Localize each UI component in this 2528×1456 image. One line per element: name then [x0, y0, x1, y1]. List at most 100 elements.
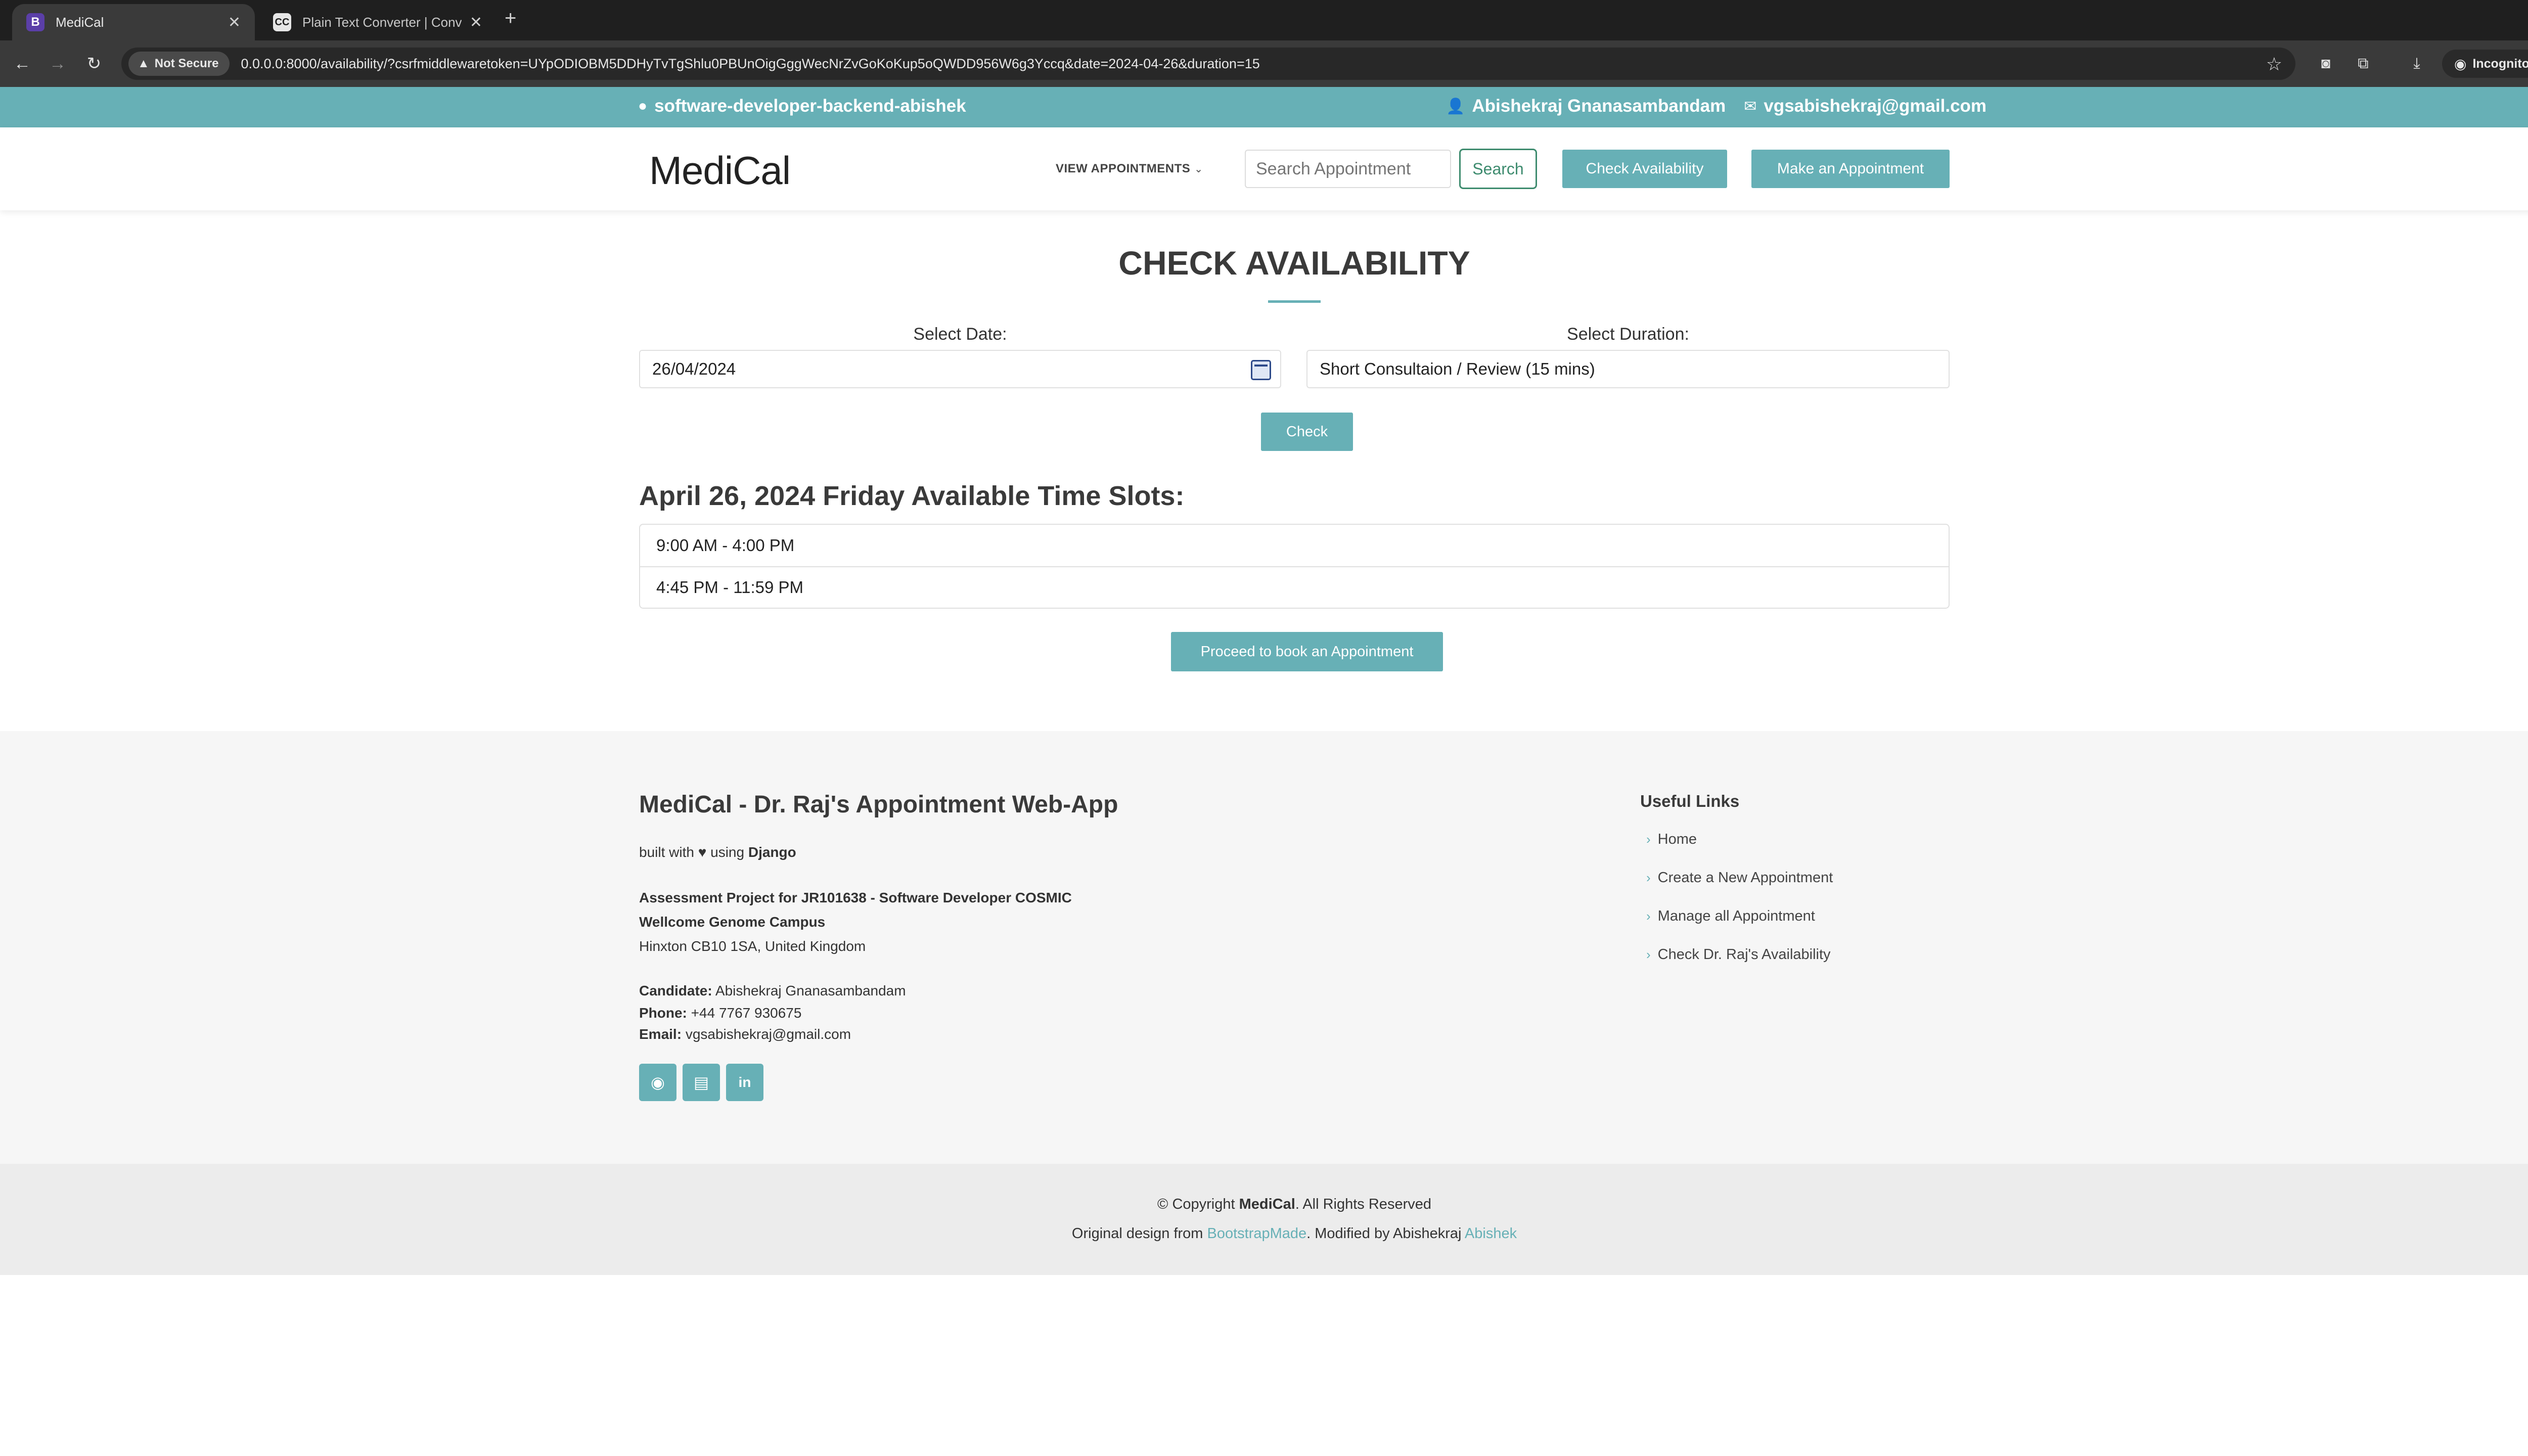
check-button[interactable]: Check — [1261, 413, 1353, 451]
useful-links-title: Useful Links — [1640, 792, 1740, 810]
footer-link-manage[interactable]: › Manage all Appointment — [1646, 908, 1815, 925]
repo-name: software-developer-backend-abishek — [654, 96, 966, 116]
framework-name: Django — [748, 844, 796, 860]
copyright-prefix: © Copyright — [1157, 1196, 1235, 1212]
link-label: Check Dr. Raj's Availability — [1657, 946, 1831, 963]
email-value: vgsabishekraj@gmail.com — [685, 1026, 851, 1042]
candidate-name: Abishekraj Gnanasambandam — [715, 983, 906, 998]
site-header: MediCal VIEW APPOINTMENTS⌄ Search Check … — [0, 127, 2528, 210]
modified-by: . Modified by Abishekraj — [1306, 1225, 1462, 1242]
chevron-right-icon: › — [1646, 947, 1651, 962]
extensions-icon[interactable]: ⧉ — [2351, 52, 2375, 76]
address-bar[interactable]: ▲ Not Secure 0.0.0.0:8000/availability/?… — [121, 48, 2295, 80]
close-icon[interactable]: ✕ — [470, 14, 482, 31]
github-repo-link[interactable]: ● software-developer-backend-abishek — [638, 96, 966, 116]
incognito-icon: ◉ — [2454, 56, 2467, 72]
tab-medical[interactable]: B MediCal ✕ — [12, 4, 255, 40]
chevron-down-icon: ⌄ — [1194, 164, 1203, 175]
not-secure-label: Not Secure — [154, 57, 219, 70]
view-appointments-dropdown[interactable]: VIEW APPOINTMENTS ⌄ — [1056, 162, 1203, 176]
footer-link-create[interactable]: › Create a New Appointment — [1646, 870, 1833, 886]
footer-link-home[interactable]: › Home — [1646, 831, 1697, 848]
list-item: 4:45 PM - 11:59 PM — [640, 566, 1949, 608]
chevron-right-icon: › — [1646, 908, 1651, 924]
link-label: Manage all Appointment — [1657, 908, 1815, 924]
author-link[interactable]: Abishek — [1465, 1225, 1517, 1242]
design-prefix: Original design from — [1071, 1225, 1203, 1242]
tab-favicon: B — [26, 13, 44, 31]
design-credit-line: Original design from BootstrapMade. Modi… — [0, 1225, 2528, 1242]
contact-info: 👤 Abishekraj Gnanasambandam ✉ vgsabishek… — [1446, 96, 1987, 116]
search-input[interactable] — [1245, 150, 1451, 188]
download-icon[interactable]: ⤓ — [2405, 52, 2429, 76]
footer-link-availability[interactable]: › Check Dr. Raj's Availability — [1646, 946, 1831, 963]
copyright-brand: MediCal — [1239, 1196, 1295, 1212]
email-line: Email: vgsabishekraj@gmail.com — [639, 1026, 851, 1042]
user-icon: 👤 — [1446, 98, 1465, 115]
proceed-book-button[interactable]: Proceed to book an Appointment — [1171, 632, 1443, 671]
slots-heading: April 26, 2024 Friday Available Time Slo… — [639, 481, 1185, 511]
phone-line: Phone: +44 7767 930675 — [639, 1005, 801, 1021]
incognito-label: Incognito — [2472, 56, 2528, 71]
url-text[interactable]: 0.0.0.0:8000/availability/?csrfmiddlewar… — [241, 56, 1259, 72]
phone-value: +44 7767 930675 — [691, 1005, 802, 1021]
linkedin-icon[interactable]: in — [726, 1064, 763, 1101]
phone-label: Phone: — [639, 1005, 687, 1021]
calendar-icon[interactable] — [1251, 360, 1271, 380]
github-icon: ● — [638, 98, 648, 114]
duration-label: Select Duration: — [1567, 325, 1689, 344]
bookmark-star-icon[interactable]: ☆ — [2266, 54, 2282, 75]
site-footer — [0, 731, 2528, 1164]
search-button[interactable]: Search — [1459, 149, 1537, 189]
title-underline — [1268, 300, 1321, 303]
chevron-right-icon: › — [1646, 832, 1651, 847]
check-availability-button[interactable]: Check Availability — [1562, 150, 1727, 188]
back-icon[interactable]: ← — [10, 52, 34, 76]
new-tab-icon[interactable]: + — [505, 7, 516, 30]
resume-icon[interactable]: ▤ — [683, 1064, 720, 1101]
page-title: CHECK AVAILABILITY — [1118, 244, 1470, 282]
incognito-indicator[interactable]: ◉ Incognito — [2442, 50, 2528, 78]
not-secure-badge[interactable]: ▲ Not Secure — [128, 52, 230, 76]
campus-line: Wellcome Genome Campus — [639, 914, 826, 930]
site-logo[interactable]: MediCal — [649, 148, 791, 194]
link-label: Home — [1657, 831, 1697, 847]
date-field[interactable]: 26/04/2024 — [639, 350, 1281, 388]
heart-icon: ♥ — [698, 844, 707, 860]
camera-icon[interactable]: ◙ — [2314, 52, 2338, 76]
reload-icon[interactable]: ↻ — [82, 52, 106, 76]
make-appointment-button[interactable]: Make an Appointment — [1751, 150, 1950, 188]
copyright-suffix: . All Rights Reserved — [1295, 1196, 1431, 1212]
link-label: Create a New Appointment — [1657, 870, 1833, 886]
user-email[interactable]: vgsabishekraj@gmail.com — [1764, 96, 1987, 116]
forward-icon[interactable]: → — [46, 52, 70, 76]
email-label: Email: — [639, 1026, 682, 1042]
candidate-label: Candidate: — [639, 983, 712, 998]
site-topbar: ● software-developer-backend-abishek 👤 A… — [0, 87, 2528, 127]
bootstrapmade-link[interactable]: BootstrapMade — [1207, 1225, 1306, 1242]
view-appointments-label: VIEW APPOINTMENTS — [1056, 162, 1191, 175]
tab-title: Plain Text Converter | Conve — [302, 14, 462, 30]
close-icon[interactable]: ✕ — [228, 14, 241, 31]
github-icon[interactable]: ◉ — [639, 1064, 676, 1101]
candidate-line: Candidate: Abishekraj Gnanasambandam — [639, 983, 906, 999]
date-value: 26/04/2024 — [652, 359, 736, 378]
copyright-line: © Copyright MediCal. All Rights Reserved — [0, 1196, 2528, 1213]
tab-plain-text-converter[interactable]: CC Plain Text Converter | Conve ✕ — [259, 4, 496, 40]
duration-value: Short Consultaion / Review (15 mins) — [1320, 359, 1595, 378]
warning-icon: ▲ — [138, 57, 150, 70]
project-line: Assessment Project for JR101638 - Softwa… — [639, 890, 1072, 905]
tab-favicon: CC — [273, 13, 291, 31]
duration-select[interactable]: Short Consultaion / Review (15 mins) — [1306, 350, 1950, 388]
address-line: Hinxton CB10 1SA, United Kingdom — [639, 938, 866, 954]
time-slot-list: 9:00 AM - 4:00 PM 4:45 PM - 11:59 PM — [639, 524, 1950, 609]
user-name: Abishekraj Gnanasambandam — [1472, 96, 1726, 116]
built-with-text: built with — [639, 844, 694, 860]
copyright-bar — [0, 1164, 2528, 1275]
tab-title: MediCal — [56, 14, 104, 30]
list-item: 9:00 AM - 4:00 PM — [656, 536, 795, 555]
browser-toolbar: ← → ↻ ▲ Not Secure 0.0.0.0:8000/availabi… — [0, 40, 2528, 87]
browser-tab-strip: B MediCal ✕ CC Plain Text Converter | Co… — [0, 0, 2528, 40]
date-label: Select Date: — [913, 325, 1007, 344]
built-with-line: built with ♥ using Django — [639, 844, 796, 860]
